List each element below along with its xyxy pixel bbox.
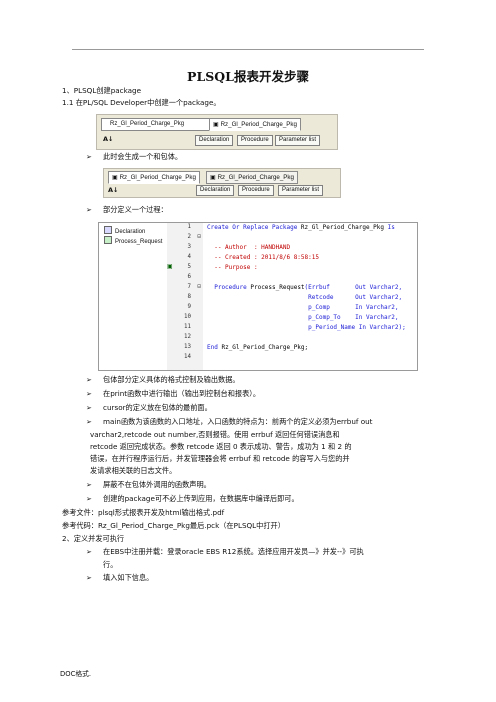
bullet-item: 填入如下信息。 — [103, 573, 154, 582]
procedure-button[interactable]: Procedure — [237, 135, 273, 146]
bullet-arrow-icon: ➢ — [86, 404, 92, 412]
tab-package[interactable]: ▣ Rz_Gl_Period_Charge_Pkg — [209, 118, 301, 131]
procedure-button[interactable]: Procedure — [238, 185, 274, 196]
code-line: p_Period_Name In Varchar2); — [207, 324, 406, 331]
code-line: p_Comp In Varchar2, — [207, 304, 399, 311]
line-number: 1 — [187, 224, 192, 230]
tree-item-declaration[interactable]: Declaration — [104, 226, 145, 235]
bullet-continuation: 发请求相关联的日志文件。 — [90, 466, 177, 475]
fold-minus-icon[interactable]: ⊟ — [197, 283, 201, 290]
reference-code: 参考代码：Rz_Gl_Period_Charge_Pkg最后.pck（在PLSQ… — [62, 521, 285, 530]
line-number: 2 — [187, 234, 192, 240]
code-identifier: Process_Request — [250, 284, 305, 291]
code-comment: -- Author : HANDHAND — [207, 244, 291, 251]
bullet-arrow-icon: ➢ — [86, 548, 92, 556]
bullet-arrow-icon: ➢ — [86, 376, 92, 384]
procedure-icon — [104, 236, 112, 244]
bullet-item: 包体部分定义具体的格式控制及输出数据。 — [103, 375, 240, 384]
package-body-icon: ▣ — [210, 174, 218, 181]
code-keyword: Is — [384, 224, 395, 231]
bullet-item: 在print函数中进行输出（输出到控制台和报表）。 — [103, 389, 261, 398]
section-1-1-heading: 1.1 在PL/SQL Developer中创建一个package。 — [62, 98, 221, 107]
package-name-box[interactable]: Rz_Gl_Period_Charge_Pkg — [101, 118, 211, 131]
object-tree: Declaration Process_Request — [99, 223, 168, 370]
tab-package-body-label: Rz_Gl_Period_Charge_Pkg — [217, 174, 294, 181]
bullet-arrow-icon: ➢ — [86, 574, 92, 582]
parameter-list-button[interactable]: Parameter list — [278, 185, 324, 196]
package-icon: ▣ — [112, 174, 120, 181]
code-identifier: Rz_Gl_Period_Charge_Pkg; — [221, 344, 309, 351]
declaration-icon — [104, 226, 112, 234]
bullet-create: 此时会生成一个和包体。 — [103, 152, 183, 161]
declaration-button[interactable]: Declaration — [196, 185, 235, 196]
tab-package-spec[interactable]: ▣ Rz_Gl_Period_Charge_Pkg — [108, 171, 200, 184]
page-title: PLSQL报表开发步骤 — [187, 69, 309, 84]
bullet-arrow-icon: ➢ — [86, 495, 92, 503]
bullet-continuation: 行。 — [103, 560, 118, 569]
line-number: 13 — [184, 344, 191, 350]
section-1-heading: 1、PLSQL创建package — [62, 86, 142, 95]
bullet-item: 在EBS中注册并载：登录oracle EBS R12系统。选择应用开发员—》并发… — [103, 547, 364, 556]
code-line: p_Comp_To In Varchar2, — [207, 314, 399, 321]
line-number: 9 — [187, 304, 192, 310]
bullet-continuation: retcode 返回完成状态。参数 retcode 返回 0 表示成功、警告，成… — [90, 442, 352, 451]
code-keyword: Procedure — [207, 284, 251, 291]
bullet-continuation: varchar2,retcode out number,否则报错。使用 errb… — [90, 430, 340, 439]
bullet-arrow-icon: ➢ — [86, 153, 92, 161]
line-number: 6 — [187, 274, 192, 280]
section-2-heading: 2、定义并发可执行 — [62, 534, 125, 543]
bullet-define: 部分定义一个过程： — [103, 205, 168, 214]
fold-minus-icon[interactable]: ⊟ — [197, 233, 201, 240]
parameter-list-button[interactable]: Parameter list — [275, 135, 321, 146]
bullet-arrow-icon: ➢ — [86, 418, 92, 426]
toolbar-screenshot-2: ▣ Rz_Gl_Period_Charge_Pkg ▣ Rz_Gl_Period… — [103, 168, 341, 198]
line-number: 11 — [184, 324, 191, 330]
declaration-button[interactable]: Declaration — [195, 135, 234, 146]
bullet-continuation: 错误，在并行程序运行后，并发管理器会将 errbuf 和 retcode 的容写… — [90, 454, 350, 463]
reference-file: 参考文件：plsql形式报表开发及html输出格式.pdf — [62, 508, 225, 517]
line-number: 12 — [184, 334, 191, 340]
tree-item-process-request[interactable]: Process_Request — [104, 236, 162, 245]
sort-az-icon[interactable]: A↓ — [103, 135, 113, 143]
code-params: (Errbuf Out Varchar2, — [304, 284, 403, 291]
tab-package-body[interactable]: ▣ Rz_Gl_Period_Charge_Pkg — [206, 171, 298, 184]
code-editor-screenshot: Declaration Process_Request 1 2 3 4 5 6 … — [98, 222, 418, 371]
line-number: 7 — [187, 284, 192, 290]
line-number: 10 — [184, 314, 191, 320]
package-icon: ▣ — [213, 121, 221, 128]
line-number-gutter: 1 2 3 4 5 6 7 8 9 10 11 12 13 14 ⊟ ⊟ — [167, 223, 203, 370]
tree-item-declaration-label: Declaration — [115, 229, 146, 235]
bullet-arrow-icon: ➢ — [86, 206, 92, 214]
line-number: 14 — [184, 354, 191, 360]
line-number: 8 — [187, 294, 192, 300]
tree-item-process-request-label: Process_Request — [115, 239, 163, 245]
bullet-arrow-icon: ➢ — [86, 481, 92, 489]
bookmark-icon: ▣ — [167, 263, 173, 270]
code-keyword: End — [207, 344, 222, 351]
line-number: 3 — [187, 244, 192, 250]
bullet-item: cursor的定义放在包体的最前面。 — [103, 403, 212, 412]
bullet-item: main函数为该函数的入口地址，入口函数的特点为：前两个的定义必须为errbuf… — [103, 417, 373, 426]
bullet-item: 屏蔽不在包体外调用的函数声明。 — [103, 480, 211, 489]
tab-package-spec-label: Rz_Gl_Period_Charge_Pkg — [119, 174, 196, 181]
tab-package-label: Rz_Gl_Period_Charge_Pkg — [220, 121, 297, 128]
line-number: 4 — [187, 254, 192, 260]
code-line: Retcode Out Varchar2, — [207, 294, 403, 301]
bullet-arrow-icon: ➢ — [86, 390, 92, 398]
header-rule — [72, 49, 424, 50]
toolbar-screenshot-1: Rz_Gl_Period_Charge_Pkg ▣ Rz_Gl_Period_C… — [96, 114, 338, 150]
code-comment: -- Created : 2011/8/6 8:58:15 — [207, 254, 319, 261]
footer-label: DOC格式. — [60, 670, 92, 678]
code-area[interactable]: Create Or Replace Package Rz_Gl_Period_C… — [203, 223, 417, 370]
bullet-item: 创建的package可不必上传到应用，在数据库中编译后即可。 — [103, 494, 299, 503]
code-keyword: Create Or Replace Package — [207, 224, 301, 231]
sort-az-icon[interactable]: A↓ — [108, 186, 118, 194]
code-identifier: Rz_Gl_Period_Charge_Pkg — [300, 224, 385, 231]
code-comment: -- Purpose : — [207, 264, 258, 271]
line-number: 5 — [187, 264, 192, 270]
